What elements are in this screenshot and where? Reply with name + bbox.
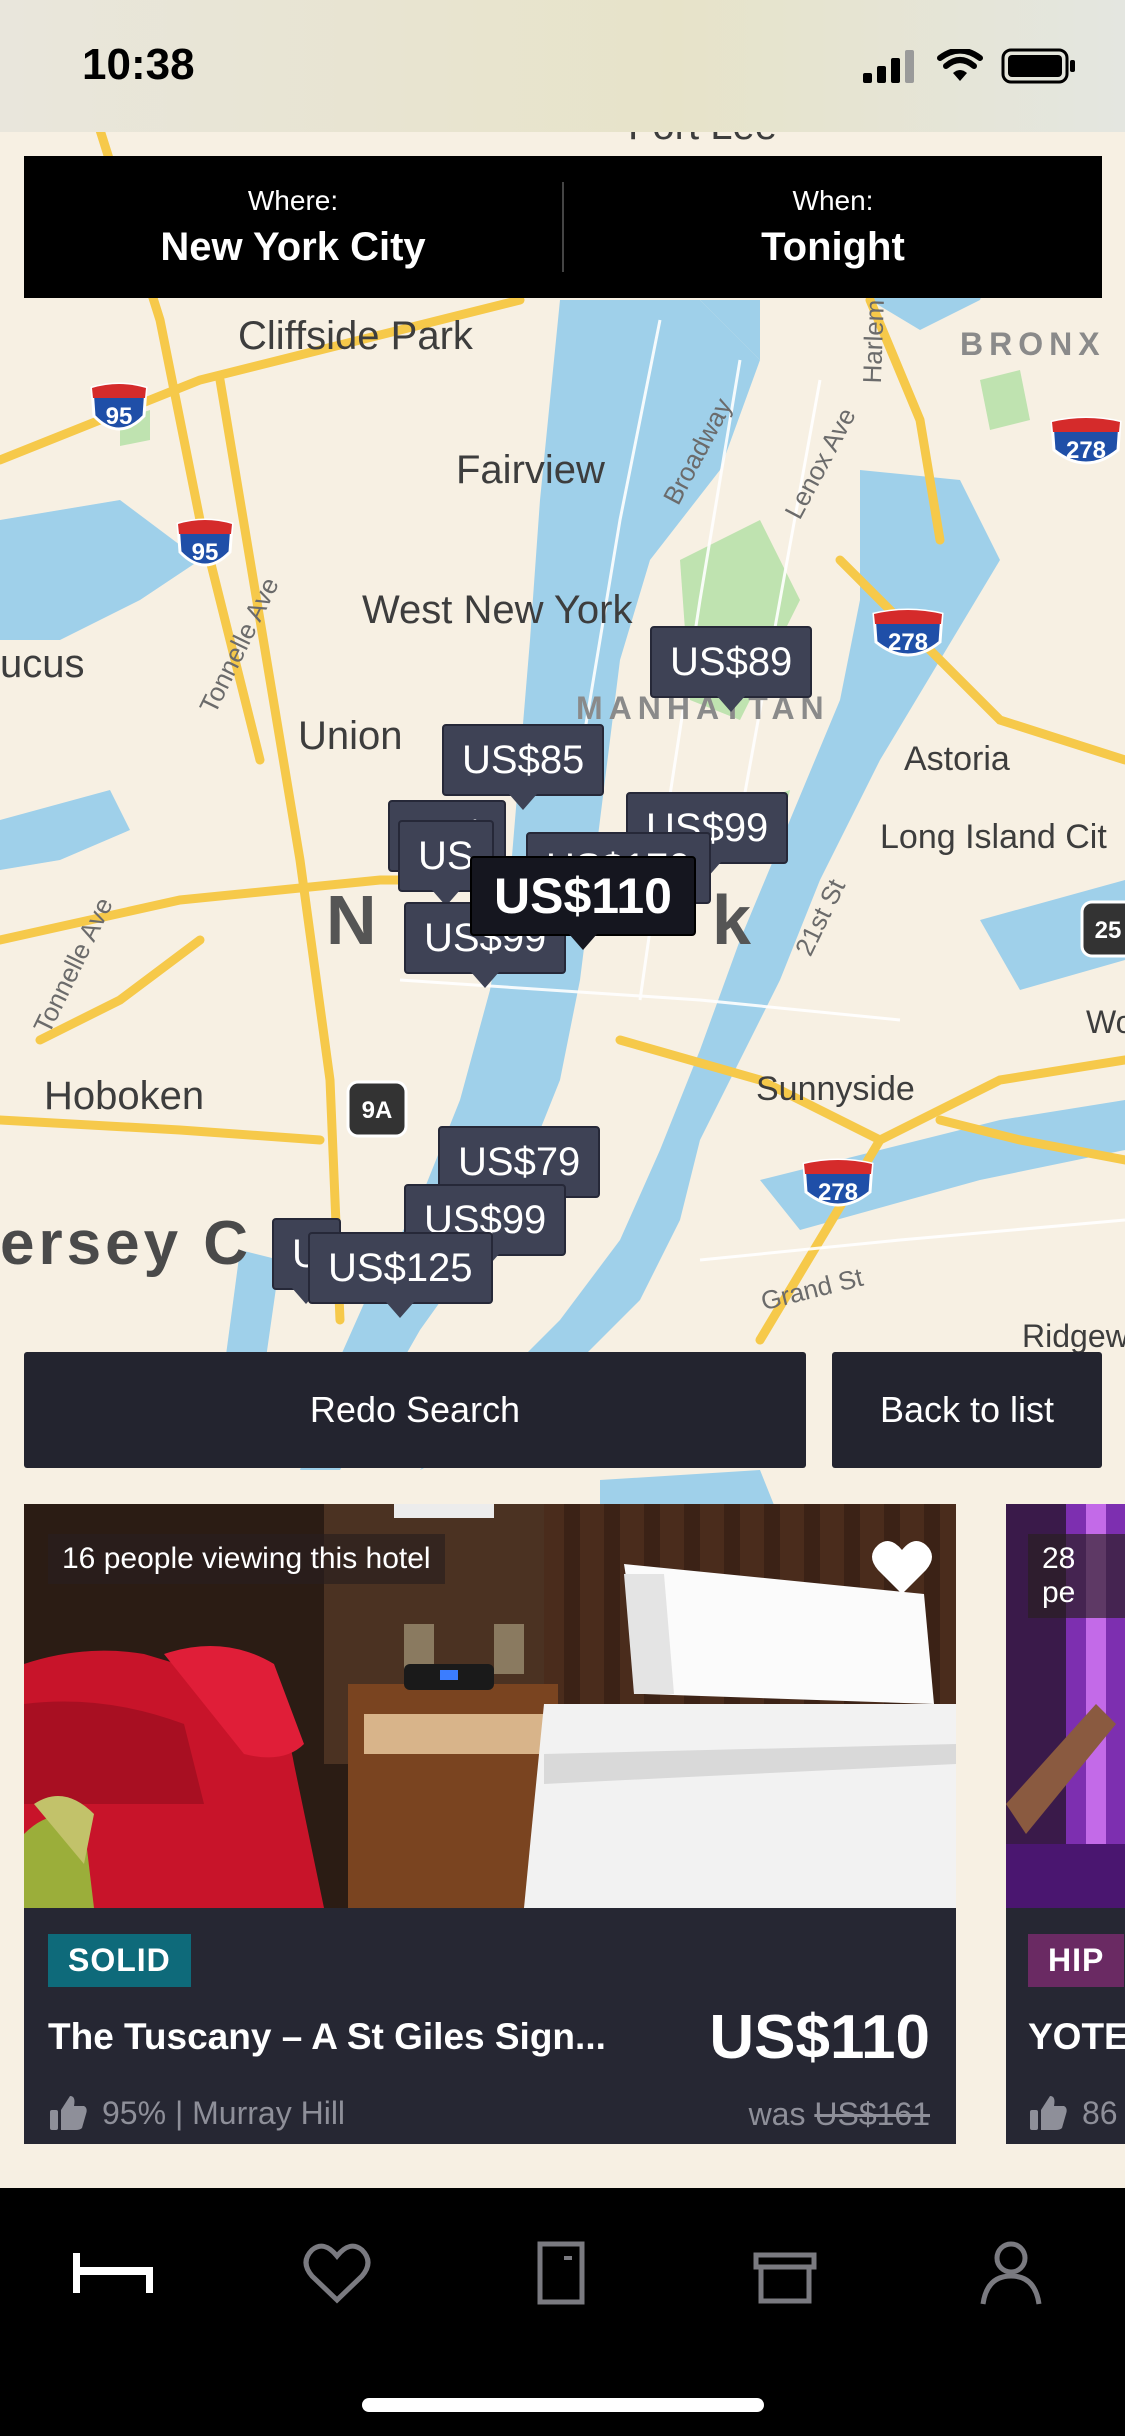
tab-profile[interactable]: [966, 2228, 1056, 2318]
when-value: Tonight: [761, 224, 905, 269]
viewers-badge: 28 pe: [1028, 1534, 1125, 1618]
map-label-ridgewood: Ridgew: [1022, 1318, 1125, 1354]
interstate-95-shield: 95: [174, 518, 236, 576]
where-value: New York City: [160, 224, 426, 269]
tab-bookings[interactable]: [516, 2228, 606, 2318]
battery-icon: [1001, 48, 1075, 84]
price-pin[interactable]: US$85: [442, 724, 605, 810]
door-icon: [537, 2241, 585, 2305]
map-label-west-new-york: West New York: [362, 588, 633, 632]
when-label: When:: [792, 184, 874, 216]
hotel-price: US$110: [709, 2003, 930, 2072]
status-icons: [863, 48, 1077, 84]
map-label-jersey-city: ersey C: [0, 1209, 253, 1278]
rating-text: 95% | Murray Hill: [102, 2094, 346, 2131]
hotel-rating: 86: [1028, 2094, 1118, 2132]
road-label-harlem: Harlem: [856, 299, 890, 384]
gift-icon: [753, 2252, 817, 2304]
interstate-278-shield: 278: [1048, 416, 1124, 474]
svg-text:9A: 9A: [362, 1097, 393, 1124]
map-label-cliffside-park: Cliffside Park: [238, 314, 473, 358]
redo-search-button[interactable]: Redo Search: [24, 1352, 806, 1468]
svg-text:95: 95: [192, 539, 219, 566]
thumbs-up-icon: [50, 2096, 87, 2130]
home-indicator[interactable]: [362, 2398, 764, 2412]
hotel-name: YOTE: [1028, 2016, 1125, 2057]
thumbs-up-icon: [1030, 2096, 1067, 2130]
map-label-fairview: Fairview: [456, 448, 605, 492]
svg-text:278: 278: [888, 629, 928, 656]
map-label-union: Union: [298, 714, 403, 758]
was-price: was US$161: [749, 2096, 930, 2133]
svg-text:95: 95: [106, 403, 133, 430]
heart-icon: [303, 2243, 371, 2304]
map-label-secaucus: ucus: [0, 642, 85, 686]
hotel-card[interactable]: 28 pe HIP YOTE 86: [1006, 1504, 1125, 2144]
interstate-95-shield: 95: [88, 382, 150, 440]
hotel-name: The Tuscany – A St Giles Sign...: [48, 2016, 606, 2057]
bed-icon: [73, 2253, 153, 2293]
map-label-astoria: Astoria: [904, 740, 1010, 778]
was-label: was: [748, 2096, 806, 2132]
route-25-shield: 25: [1080, 900, 1125, 958]
tab-hotels[interactable]: [68, 2228, 158, 2318]
price-pin[interactable]: US$89: [650, 626, 813, 712]
map-label-new-york-left: N: [326, 881, 377, 959]
back-to-list-button[interactable]: Back to list: [832, 1352, 1102, 1468]
original-price: US$161: [814, 2096, 930, 2132]
category-tag: HIP: [1028, 1934, 1125, 1987]
tab-rewards[interactable]: [740, 2228, 830, 2318]
map-label-new-york-right: k: [712, 881, 751, 959]
price-pin[interactable]: US$125: [308, 1232, 493, 1318]
map-label-sunnyside: Sunnyside: [756, 1070, 915, 1108]
favorite-heart-icon[interactable]: [870, 1538, 934, 1596]
rating-text: 86: [1082, 2094, 1118, 2131]
where-label: Where:: [247, 184, 339, 216]
hotel-card[interactable]: 16 people viewing this hotel SOLID The T…: [24, 1504, 956, 2144]
when-selector[interactable]: When: Tonight: [564, 156, 1102, 298]
map-label-bronx: BRONX: [960, 326, 1106, 362]
profile-icon: [980, 2241, 1042, 2305]
status-bar: 10:38: [0, 0, 1125, 132]
map-label-wo: Wo: [1086, 1004, 1125, 1040]
wifi-icon: [937, 49, 983, 81]
map-label-long-island-city: Long Island Cit: [880, 818, 1107, 856]
svg-text:25: 25: [1095, 917, 1122, 944]
search-bar: Where: New York City When: Tonight: [24, 156, 1102, 298]
viewers-badge: 16 people viewing this hotel: [48, 1534, 445, 1584]
hotel-rating: 95% | Murray Hill: [48, 2094, 345, 2132]
route-9a-shield: 9A: [346, 1080, 408, 1138]
category-tag: SOLID: [48, 1934, 191, 1987]
where-selector[interactable]: Where: New York City: [24, 156, 562, 298]
cellular-signal-icon: [863, 50, 914, 83]
price-pin-selected[interactable]: US$110: [470, 856, 696, 950]
svg-text:278: 278: [818, 1179, 858, 1206]
interstate-278-shield: 278: [870, 608, 946, 666]
tab-favorites[interactable]: [292, 2228, 382, 2318]
svg-text:278: 278: [1066, 437, 1106, 464]
interstate-278-shield: 278: [800, 1158, 876, 1216]
map-label-hoboken: Hoboken: [44, 1074, 205, 1118]
status-time: 10:38: [82, 40, 195, 89]
